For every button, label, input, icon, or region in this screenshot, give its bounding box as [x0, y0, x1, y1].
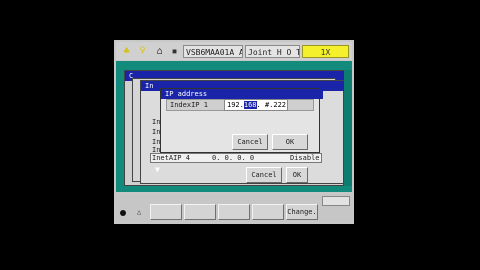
outer-cancel-button[interactable]: Cancel — [246, 167, 282, 183]
ip-octet: . #.222 — [256, 101, 287, 109]
coordinate-mode: Joint H O T ⊗ — [245, 45, 300, 58]
ip-dialog-title: IP address — [161, 89, 323, 99]
ok-button[interactable]: OK — [272, 134, 308, 150]
program-name: VSB6MAA01A A — [183, 45, 243, 58]
row-label: InetAIP 4 — [152, 154, 190, 162]
softkey-1[interactable] — [150, 204, 182, 220]
lamp-icon[interactable]: ♀ — [137, 45, 148, 56]
softkey-4[interactable] — [252, 204, 284, 220]
outer-ok-button[interactable]: OK — [286, 167, 308, 183]
ip-address-input[interactable]: 192.168. #.222 — [224, 99, 288, 111]
scrollbar[interactable] — [344, 70, 352, 186]
row-state: Disable — [290, 154, 320, 162]
softkey-2[interactable] — [184, 204, 216, 220]
scroll-down-icon[interactable]: ▼ — [155, 165, 160, 174]
ip-octet-selected[interactable]: 168 — [243, 101, 257, 109]
lock-icon[interactable]: ▪ — [169, 46, 180, 57]
softkey-3[interactable] — [218, 204, 250, 220]
softkey-mark: △ — [137, 208, 142, 216]
speed-indicator: 1X — [302, 45, 349, 58]
home-icon[interactable]: ⌂ — [154, 46, 165, 57]
help-button[interactable] — [322, 196, 350, 206]
cancel-button[interactable]: Cancel — [232, 134, 268, 150]
change-softkey[interactable]: Change. — [286, 204, 318, 220]
ip-field-label: IndexIP 1 — [170, 101, 208, 109]
row-ip-value: 0. 0. 0. 0 — [212, 154, 255, 162]
alarm-bell-icon[interactable]: ♣ — [121, 46, 132, 57]
ip-octet: 192. — [227, 101, 244, 109]
status-dot-icon — [120, 210, 126, 216]
